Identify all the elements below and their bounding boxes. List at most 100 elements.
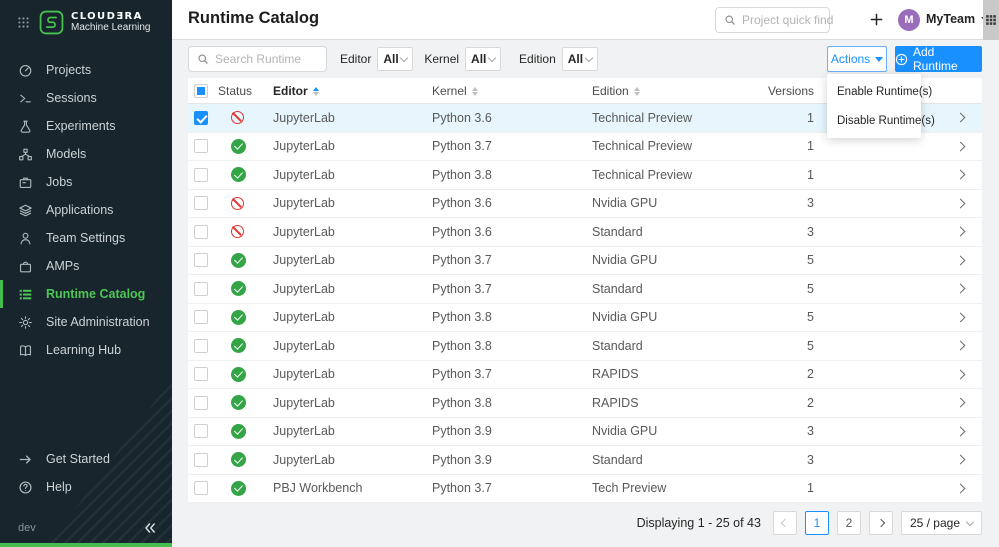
table-row[interactable]: JupyterLabPython 3.9Nvidia GPU3 [188, 418, 982, 447]
row-checkbox[interactable] [194, 282, 208, 296]
versions-column-label: Versions [768, 84, 814, 98]
table-row[interactable]: JupyterLabPython 3.9Standard3 [188, 446, 982, 475]
project-quick-find-input[interactable]: Project quick find [715, 7, 830, 33]
row-checkbox[interactable] [194, 339, 208, 353]
sidebar-item-site-administration[interactable]: Site Administration [0, 308, 172, 336]
add-runtime-button[interactable]: Add Runtime [895, 46, 982, 72]
check-circle-icon [231, 253, 246, 268]
menu-item-enable-runtimes[interactable]: Enable Runtime(s) [827, 77, 921, 106]
sidebar-item-jobs[interactable]: Jobs [0, 168, 172, 196]
row-checkbox[interactable] [194, 253, 208, 267]
table-row[interactable]: JupyterLabPython 3.8Nvidia GPU5 [188, 304, 982, 333]
actions-button[interactable]: Actions [827, 46, 887, 72]
row-checkbox-cell [188, 139, 218, 153]
table-row[interactable]: JupyterLabPython 3.6Standard3 [188, 218, 982, 247]
row-kernel-cell: Python 3.8 [428, 168, 588, 182]
row-kernel-cell: Python 3.7 [428, 481, 588, 495]
row-kernel-cell: Python 3.6 [428, 225, 588, 239]
page-button-1[interactable]: 1 [805, 511, 829, 535]
table-row[interactable]: JupyterLabPython 3.7RAPIDS2 [188, 361, 982, 390]
flask-icon [18, 119, 34, 134]
chevron-right-icon[interactable] [955, 170, 965, 180]
row-edition-cell: Technical Preview [588, 139, 748, 153]
row-checkbox-cell [188, 339, 218, 353]
apps-grid-toggle[interactable] [983, 0, 999, 40]
row-checkbox-cell [188, 424, 218, 438]
table-row[interactable]: JupyterLabPython 3.7Standard5 [188, 275, 982, 304]
row-versions-cell: 1 [748, 481, 818, 495]
column-header-kernel[interactable]: Kernel [428, 84, 588, 98]
column-header-edition[interactable]: Edition [588, 84, 748, 98]
sidebar-item-help[interactable]: Help [0, 473, 172, 501]
sidebar-item-sessions[interactable]: Sessions [0, 84, 172, 112]
row-checkbox[interactable] [194, 139, 208, 153]
row-checkbox[interactable] [194, 196, 208, 210]
sidebar-item-amps[interactable]: AMPs [0, 252, 172, 280]
row-checkbox[interactable] [194, 310, 208, 324]
row-checkbox-cell [188, 111, 218, 125]
menu-item-disable-runtimes[interactable]: Disable Runtime(s) [827, 106, 921, 135]
row-checkbox[interactable] [194, 168, 208, 182]
chevron-right-icon[interactable] [955, 455, 965, 465]
row-expand-cell [938, 456, 982, 463]
row-expand-cell [938, 314, 982, 321]
chevron-right-icon[interactable] [955, 312, 965, 322]
chevron-right-icon[interactable] [955, 426, 965, 436]
table-row[interactable]: PBJ WorkbenchPython 3.7Tech Preview1 [188, 475, 982, 504]
next-page-button[interactable] [869, 511, 893, 535]
chevron-right-icon[interactable] [955, 284, 965, 294]
check-circle-icon [231, 481, 246, 496]
column-header-editor[interactable]: Editor [268, 84, 428, 98]
nodes-icon [18, 147, 34, 162]
prohibited-icon [231, 197, 244, 210]
collapse-double-left-icon[interactable] [142, 520, 158, 536]
row-checkbox[interactable] [194, 396, 208, 410]
select-all-checkbox[interactable] [194, 84, 208, 98]
sidebar-item-projects[interactable]: Projects [0, 56, 172, 84]
table-row[interactable]: JupyterLabPython 3.6Nvidia GPU3 [188, 190, 982, 219]
sidebar-item-team-settings[interactable]: Team Settings [0, 224, 172, 252]
row-checkbox[interactable] [194, 424, 208, 438]
chevron-right-icon[interactable] [955, 113, 965, 123]
table-row[interactable]: JupyterLabPython 3.8RAPIDS2 [188, 389, 982, 418]
cloudera-ml-logo[interactable] [39, 10, 64, 35]
editor-filter-select[interactable]: All [377, 47, 413, 71]
sidebar-item-experiments[interactable]: Experiments [0, 112, 172, 140]
chevron-right-icon[interactable] [955, 341, 965, 351]
row-checkbox[interactable] [194, 225, 208, 239]
waffle-icon[interactable] [17, 16, 30, 29]
sidebar-item-learning-hub[interactable]: Learning Hub [0, 336, 172, 364]
edition-filter-label: Edition [519, 52, 556, 66]
table-row[interactable]: JupyterLabPython 3.7Nvidia GPU5 [188, 247, 982, 276]
sidebar-item-get-started[interactable]: Get Started [0, 445, 172, 473]
avatar[interactable]: M [898, 9, 920, 31]
user-menu[interactable]: MyTeam [926, 12, 989, 26]
kernel-filter-select[interactable]: All [465, 47, 501, 71]
chevron-right-icon[interactable] [955, 227, 965, 237]
row-checkbox[interactable] [194, 111, 208, 125]
chevron-right-icon[interactable] [955, 483, 965, 493]
page-size-select[interactable]: 25 / page [901, 511, 982, 535]
table-row[interactable]: JupyterLabPython 3.8Technical Preview1 [188, 161, 982, 190]
chevron-left-icon [781, 519, 789, 527]
chevron-right-icon[interactable] [955, 255, 965, 265]
search-runtime-input[interactable]: Search Runtime [188, 46, 327, 72]
chevron-right-icon[interactable] [955, 398, 965, 408]
chevron-right-icon[interactable] [955, 369, 965, 379]
chevron-right-icon[interactable] [955, 141, 965, 151]
sidebar-item-runtime-catalog[interactable]: Runtime Catalog [0, 280, 172, 308]
sidebar-item-applications[interactable]: Applications [0, 196, 172, 224]
row-checkbox[interactable] [194, 453, 208, 467]
edition-filter-select[interactable]: All [562, 47, 598, 71]
row-checkbox[interactable] [194, 481, 208, 495]
table-row[interactable]: JupyterLabPython 3.8Standard5 [188, 332, 982, 361]
row-checkbox[interactable] [194, 367, 208, 381]
plus-icon[interactable] [869, 12, 884, 27]
sidebar-item-models[interactable]: Models [0, 140, 172, 168]
row-expand-cell [938, 285, 982, 292]
row-editor-cell: JupyterLab [268, 339, 428, 353]
chevron-right-icon [877, 519, 885, 527]
chevron-right-icon[interactable] [955, 198, 965, 208]
page-button-2[interactable]: 2 [837, 511, 861, 535]
prev-page-button[interactable] [773, 511, 797, 535]
